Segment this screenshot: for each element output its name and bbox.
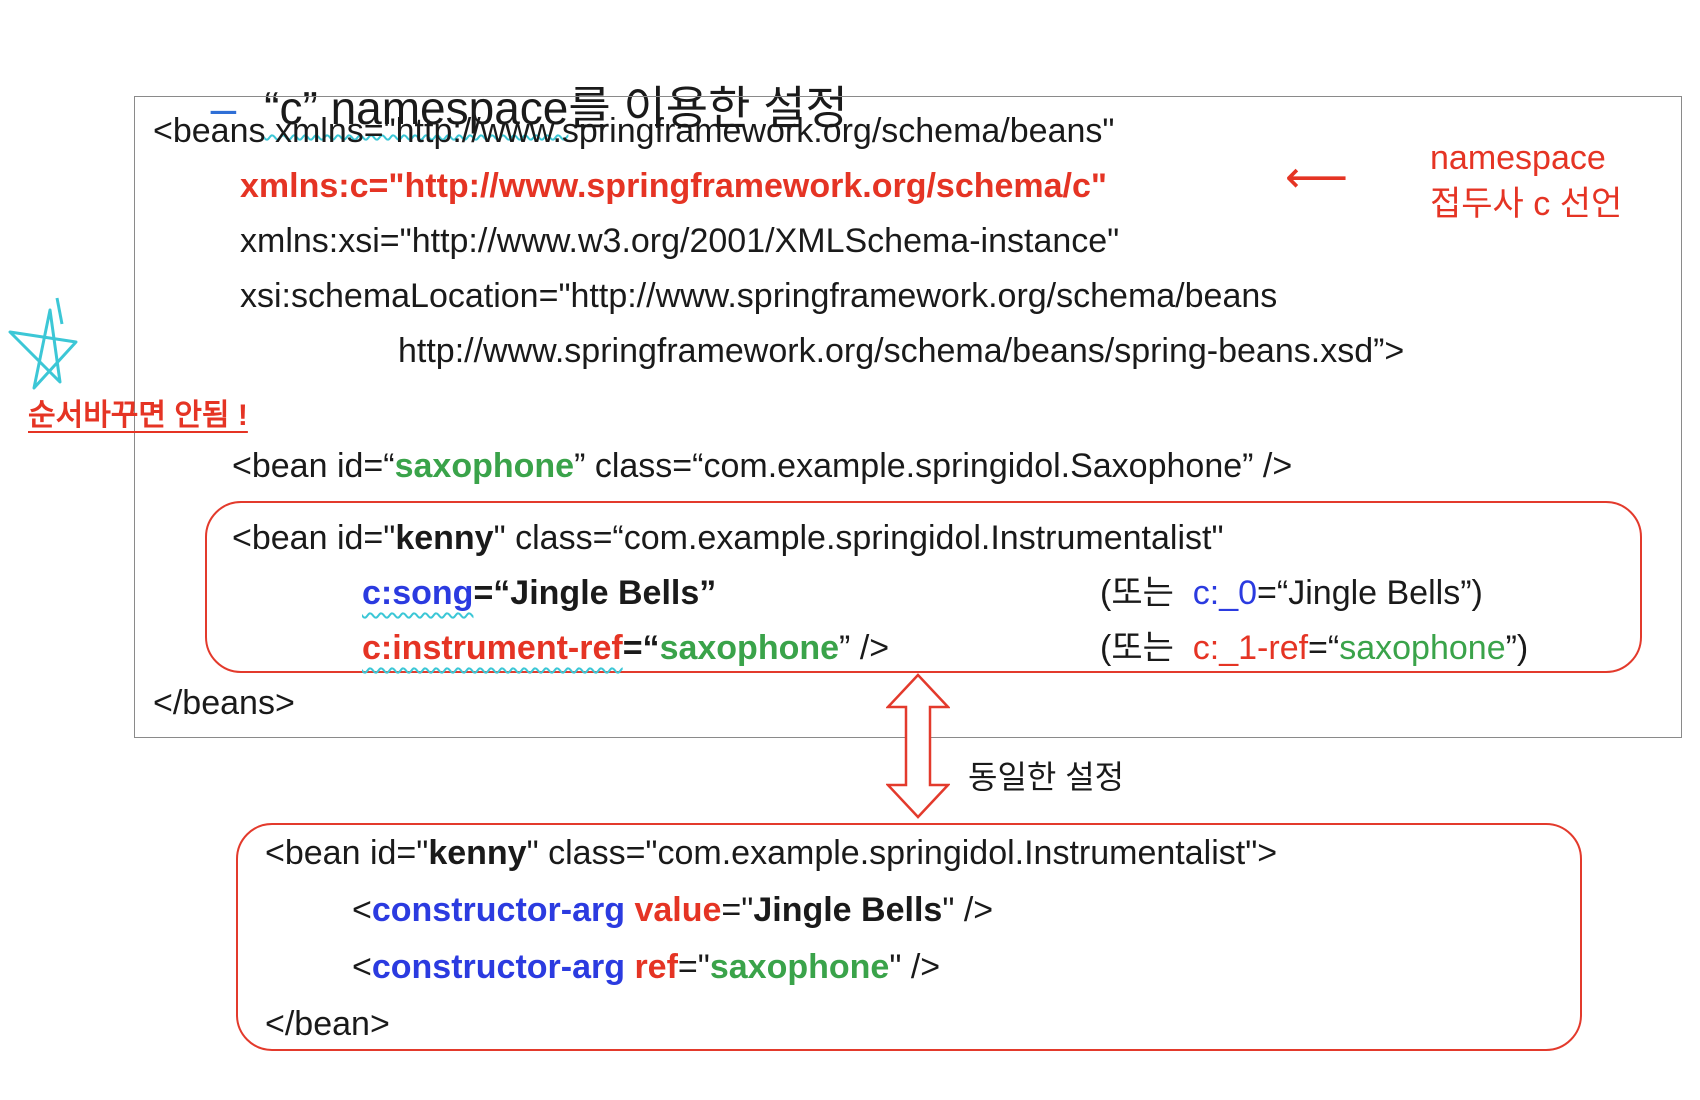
alt-c-index-1-ref: (또는 c:_1-ref=“saxophone”): [1100, 629, 1529, 667]
equivalent-config-label: 동일한 설정: [968, 759, 1125, 795]
code-saxophone-bean: <bean id=“saxophone” class=“com.example.…: [232, 447, 1293, 485]
order-warning-note: 순서바꾸면 안됨 !: [28, 399, 248, 432]
annotation-namespace: namespace: [1430, 139, 1606, 177]
double-arrow-icon: [886, 673, 950, 819]
code-beans-close: </beans>: [153, 684, 295, 722]
annotation-prefix-decl: 접두사 c 선언: [1430, 185, 1623, 223]
code-c-song: c:song=“Jingle Bells”: [362, 574, 717, 612]
kenny-id: kenny: [395, 519, 494, 557]
alt-c-index-0: (또는 c:_0=“Jingle Bells”): [1100, 574, 1483, 612]
code-xmlns-xsi: xmlns:xsi="http://www.w3.org/2001/XMLSch…: [240, 222, 1120, 260]
code-schema-xsd: http://www.springframework.org/schema/be…: [398, 332, 1405, 370]
left-arrow-icon: ⟵: [1285, 153, 1349, 202]
code-ctor-arg-ref: <constructor-arg ref="saxophone" />: [352, 948, 941, 986]
code-bean-close: </bean>: [265, 1005, 390, 1043]
code-kenny-ctor-bean: <bean id="kenny" class="com.example.spri…: [265, 834, 1278, 872]
code-schema-location: xsi:schemaLocation="http://www.springfra…: [240, 277, 1278, 315]
c-song-attr: c:song: [362, 574, 474, 612]
code-xmlns-c: xmlns:c="http://www.springframework.org/…: [240, 167, 1108, 205]
c-instrument-ref-attr: c:instrument-ref: [362, 629, 623, 667]
saxophone-id: saxophone: [394, 447, 575, 485]
code-ctor-arg-value: <constructor-arg value="Jingle Bells" />: [352, 891, 994, 929]
code-kenny-bean: <bean id="kenny" class=“com.example.spri…: [232, 519, 1224, 557]
star-doodle-icon: [8, 297, 78, 390]
code-beans-open: <beans xmlns="http://www.springframework…: [153, 112, 1115, 150]
code-c-instrument-ref: c:instrument-ref=“saxophone” />: [362, 629, 890, 667]
